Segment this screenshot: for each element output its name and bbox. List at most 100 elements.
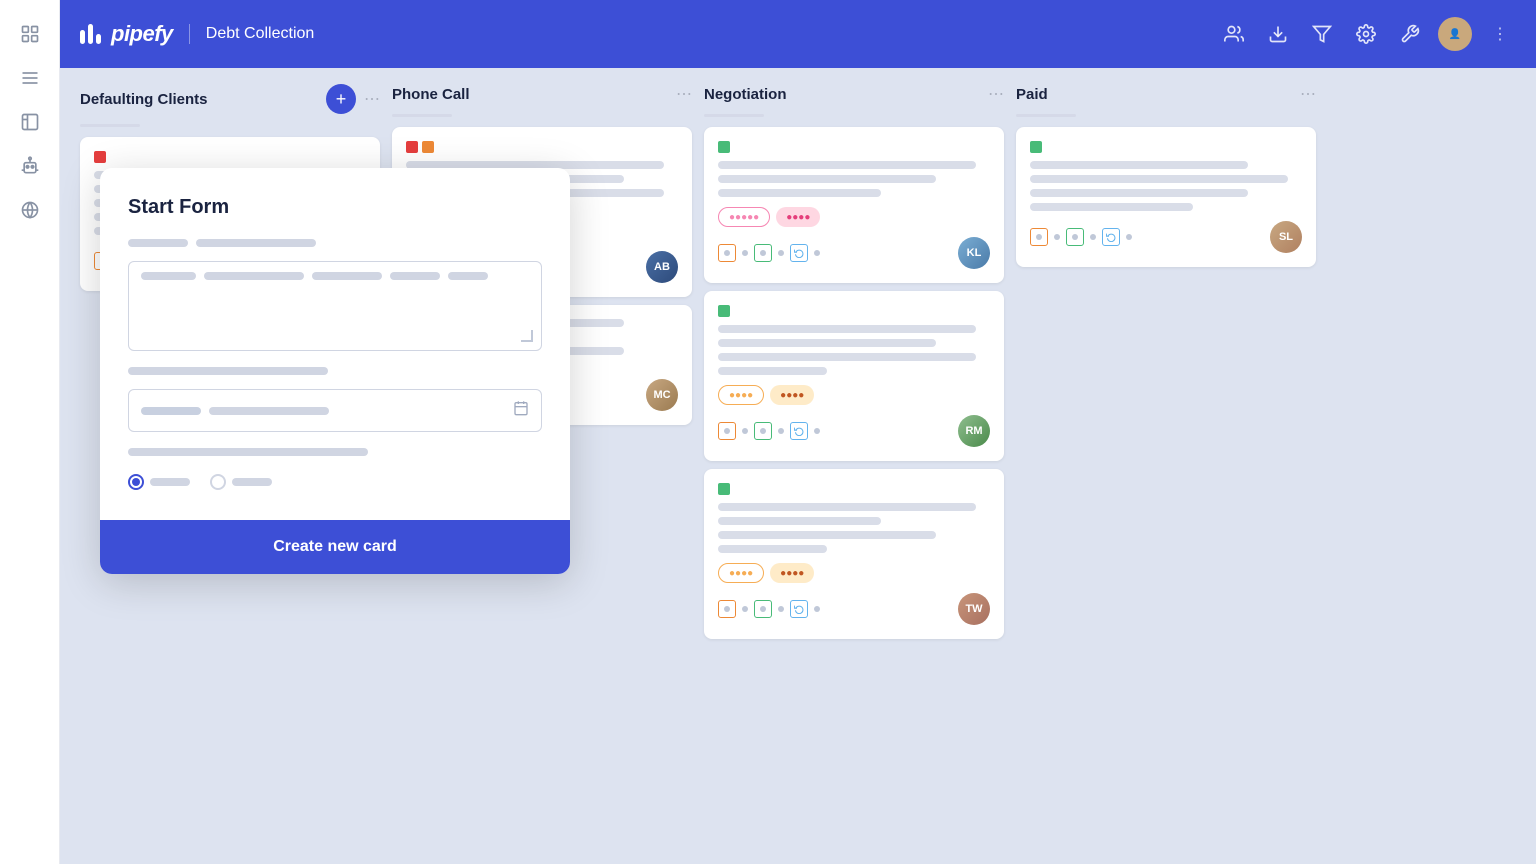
text-ph	[141, 272, 196, 280]
card-avatar: SL	[1270, 221, 1302, 253]
card-avatar: TW	[958, 593, 990, 625]
sidebar-icon-grid[interactable]	[12, 16, 48, 52]
card-dot	[778, 428, 784, 434]
wrench-icon[interactable]	[1394, 18, 1426, 50]
column-paid: Paid ⋯	[1016, 84, 1316, 848]
pipe-title: Debt Collection	[206, 25, 315, 43]
card-dot	[742, 428, 748, 434]
card-footer: SL	[1030, 221, 1302, 253]
card-footer: RM	[718, 415, 990, 447]
tag-orange	[422, 141, 434, 153]
tag-red	[406, 141, 418, 153]
card-negotiation-1: ●●●●● ●●●●	[704, 127, 1004, 283]
sidebar-icon-list[interactable]	[12, 60, 48, 96]
filter-icon[interactable]	[1306, 18, 1338, 50]
card-negotiation-3: ●●●● ●●●●	[704, 469, 1004, 639]
card-paid-1: SL	[1016, 127, 1316, 267]
radio-inner	[132, 478, 140, 486]
column-menu-negotiation[interactable]: ⋯	[988, 84, 1004, 104]
card-line	[1030, 161, 1248, 169]
badge-outline-orange: ●●●●	[718, 385, 764, 405]
column-add-btn-defaulting[interactable]: +	[326, 84, 356, 114]
pipefy-logo: pipefy	[80, 21, 173, 47]
label-placeholder-2	[196, 239, 316, 247]
settings-icon[interactable]	[1350, 18, 1382, 50]
card-badges: ●●●● ●●●●	[718, 563, 990, 583]
column-progress-negotiation	[704, 114, 764, 117]
pipe-bar-3	[96, 34, 101, 44]
radio-circle-unselected[interactable]	[210, 474, 226, 490]
column-title-phone: Phone Call	[392, 86, 668, 103]
label-placeholder	[128, 239, 188, 247]
column-header-negotiation: Negotiation ⋯	[704, 84, 1004, 104]
radio-option-1[interactable]	[128, 474, 190, 490]
more-options-icon[interactable]: ⋮	[1484, 18, 1516, 50]
card-dot	[778, 606, 784, 612]
date-ph-1	[141, 407, 201, 415]
card-icon-orange	[1030, 228, 1048, 246]
card-line	[718, 189, 881, 197]
pipe-bar-2	[88, 24, 93, 44]
card-footer: KL	[718, 237, 990, 269]
textarea-content	[141, 272, 529, 280]
text-ph	[390, 272, 440, 280]
form-body: Start Form	[100, 168, 570, 520]
card-avatar: KL	[958, 237, 990, 269]
form-field1-label	[128, 239, 542, 253]
card-icon-orange	[718, 600, 736, 618]
radio-circle-selected[interactable]	[128, 474, 144, 490]
column-menu-phone[interactable]: ⋯	[676, 84, 692, 104]
header: pipefy Debt Collection	[60, 0, 1536, 68]
sidebar	[0, 0, 60, 864]
text-ph	[204, 272, 304, 280]
create-new-card-button[interactable]: Create new card	[100, 520, 570, 574]
card-tags	[718, 141, 990, 153]
users-icon[interactable]	[1218, 18, 1250, 50]
logo-pipes	[80, 24, 101, 44]
start-form-modal: Start Form	[100, 168, 570, 574]
tag-green	[1030, 141, 1042, 153]
card-icon-blue	[790, 422, 808, 440]
form-field2-label	[128, 367, 542, 381]
card-icons	[1030, 228, 1132, 246]
card-dot	[814, 428, 820, 434]
radio-option-2[interactable]	[210, 474, 272, 490]
form-date-input[interactable]	[128, 389, 542, 432]
header-divider	[189, 24, 190, 44]
radio-label-1	[150, 478, 190, 486]
import-icon[interactable]	[1262, 18, 1294, 50]
card-icon-blue	[1102, 228, 1120, 246]
card-tags	[718, 305, 990, 317]
card-icons	[718, 244, 820, 262]
card-icons	[718, 422, 820, 440]
badge-fill-pink: ●●●●	[776, 207, 820, 227]
card-dot	[1126, 234, 1132, 240]
card-dot	[1090, 234, 1096, 240]
card-line	[1030, 203, 1193, 211]
badge-outline-pink: ●●●●●	[718, 207, 770, 227]
badge-fill-orange: ●●●●	[770, 563, 814, 583]
logo-area: pipefy Debt Collection	[80, 21, 314, 47]
badge-fill-orange: ●●●●	[770, 385, 814, 405]
card-icon-green	[754, 244, 772, 262]
date-ph-2	[209, 407, 329, 415]
form-field3-label	[128, 448, 542, 462]
calendar-icon	[513, 400, 529, 421]
card-icon-green	[754, 600, 772, 618]
sidebar-icon-layout[interactable]	[12, 104, 48, 140]
column-negotiation: Negotiation ⋯ ●●●●● ●●●●	[704, 84, 1004, 848]
card-dot	[742, 250, 748, 256]
card-avatar: AB	[646, 251, 678, 283]
sidebar-icon-bot[interactable]	[12, 148, 48, 184]
card-icon-blue	[790, 244, 808, 262]
sidebar-icon-globe[interactable]	[12, 192, 48, 228]
column-menu-defaulting[interactable]: ⋯	[364, 89, 380, 109]
column-menu-paid[interactable]: ⋯	[1300, 84, 1316, 104]
card-line	[718, 175, 936, 183]
card-icon-orange	[718, 244, 736, 262]
user-avatar-header[interactable]: 👤	[1438, 17, 1472, 51]
card-line	[718, 353, 976, 361]
card-dot	[778, 250, 784, 256]
column-title-negotiation: Negotiation	[704, 86, 980, 103]
card-line	[718, 325, 976, 333]
